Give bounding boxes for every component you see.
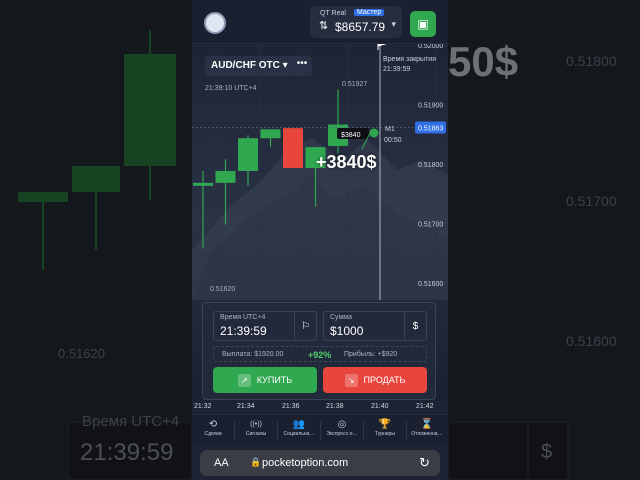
sell-button[interactable]: ↘ ПРОДАТЬ <box>323 367 427 393</box>
social-icon: 👥 <box>292 419 306 430</box>
time-tick: 21:32 <box>194 403 212 410</box>
pair-label: AUD/CHF OTC <box>211 60 280 71</box>
tab-label: Экспресс-о… <box>326 431 358 437</box>
price-tick: 0.51900 <box>418 103 443 110</box>
chevron-down-icon: ▾ <box>391 19 396 29</box>
price-tick: 0.51700 <box>418 222 443 229</box>
profit-overlay: +3840$ <box>316 152 377 172</box>
buy-button[interactable]: ↗ КУПИТЬ <box>213 367 317 393</box>
avatar[interactable] <box>204 12 226 34</box>
lock-icon: 🔒 <box>250 457 262 467</box>
high-price-label: 0.51927 <box>342 81 367 88</box>
blur-veil <box>448 0 640 480</box>
time-field[interactable]: Время UTC+4 21:39:59 ⚐ <box>213 311 317 341</box>
low-price-label: 0.51620 <box>210 286 235 293</box>
time-tick: 21:34 <box>237 403 255 410</box>
candle-body <box>238 138 258 171</box>
candle-body <box>193 182 213 186</box>
amount-field-value: $1000 <box>330 324 364 338</box>
chevron-down-icon: ▾ <box>282 60 288 71</box>
amount-field-label: Сумма <box>330 314 352 321</box>
current-price-label: 0.51863 <box>418 126 443 133</box>
order-panel: Время UTC+4 21:39:59 ⚐ Сумма $1000 $ Вып… <box>202 302 436 400</box>
tab-pending[interactable]: ⌛ Отложенна… <box>406 418 448 444</box>
express-icon: ◎ <box>337 419 347 430</box>
time-field-value: 21:39:59 <box>220 324 267 338</box>
payout-percent: +92% <box>308 350 332 360</box>
time-tick: 21:38 <box>326 403 344 410</box>
time-tick: 21:36 <box>282 403 300 410</box>
trophy-icon: 🏆 <box>378 419 392 430</box>
more-icon: ••• <box>296 58 308 69</box>
currency-button[interactable]: $ <box>404 312 426 340</box>
price-tick: 0.51800 <box>418 162 443 169</box>
account-tag: Мастер <box>354 9 385 16</box>
blurred-background-right: 50$ 0.51800 0.51700 0.51600 $ <box>448 0 640 480</box>
sell-label: ПРОДАТЬ <box>363 375 406 385</box>
tab-label: Сигналы <box>245 431 267 437</box>
price-tick: 0.51600 <box>418 281 443 288</box>
bottom-tab-bar: ⟲ Сделки ((•)) Сигналы 👥 Социальна… ◎ Эк… <box>192 414 448 444</box>
tab-tournaments[interactable]: 🏆 Турниры <box>364 418 406 444</box>
tab-label: Отложенна… <box>411 431 443 437</box>
tab-trades[interactable]: ⟲ Сделки <box>192 418 234 444</box>
buy-label: КУПИТЬ <box>256 375 293 385</box>
payout-row: Выплата: $1920.00 +92% Прибыль: +$920 <box>213 346 427 362</box>
pair-selector[interactable]: AUD/CHF OTC ▾ <box>205 56 294 76</box>
tab-label: Турниры <box>375 431 395 437</box>
countdown-label: 00:50 <box>384 137 402 144</box>
time-tick: 21:42 <box>416 403 434 410</box>
candle-body <box>283 128 303 168</box>
tab-social[interactable]: 👥 Социальна… <box>278 418 320 444</box>
account-switcher[interactable]: QT Real Мастер ⇅ $8657.79 ▾ <box>310 6 402 38</box>
tab-label: Сделки <box>204 431 222 437</box>
flag-icon[interactable]: ⚐ <box>294 312 316 340</box>
wallet-button[interactable]: ▣ <box>410 11 436 37</box>
wallet-icon: ▣ <box>417 17 429 31</box>
candle-body <box>260 129 281 139</box>
trade-badge-label: $3840 <box>341 132 361 139</box>
timeframe-label: M1 <box>385 126 395 133</box>
profit-label: Прибыль: +$920 <box>344 351 398 358</box>
tab-label: Социальна… <box>283 431 315 437</box>
payout-label: Выплата: $1920.00 <box>222 351 284 358</box>
arrow-up-icon: ↗ <box>237 373 251 387</box>
amount-field[interactable]: Сумма $1000 $ <box>323 311 427 341</box>
hourglass-icon: ⌛ <box>420 419 434 430</box>
check-icon <box>369 128 379 138</box>
phone-screen: QT Real Мастер ⇅ $8657.79 ▾ ▣ 0.52000 0.… <box>192 0 448 480</box>
reload-icon[interactable]: ↻ <box>419 455 430 471</box>
arrow-down-icon: ↘ <box>344 373 358 387</box>
history-icon: ⟲ <box>208 419 218 430</box>
url-text: pocketoption.com <box>262 457 349 469</box>
blur-veil <box>0 0 192 480</box>
expiry-time: 21:39:59 <box>383 66 410 73</box>
chart-clock: 21:39:10 UTC+4 <box>205 85 257 92</box>
account-balance: $8657.79 <box>335 20 386 34</box>
account-kind: QT Real <box>320 10 346 17</box>
browser-address-bar[interactable]: AA 🔒 pocketoption.com ↻ <box>200 450 440 476</box>
blurred-background-left: 0.51620 Время UTC+4 21:39:59 <box>0 0 192 480</box>
tab-express[interactable]: ◎ Экспресс-о… <box>321 418 363 444</box>
time-tick: 21:40 <box>371 403 389 410</box>
chart-menu-button[interactable]: ••• <box>292 56 312 76</box>
switch-arrows-icon: ⇅ <box>319 20 329 32</box>
tab-signals[interactable]: ((•)) Сигналы <box>235 418 277 444</box>
screen: 0.51620 Время UTC+4 21:39:59 50$ 0.51800… <box>0 0 640 480</box>
expiry-label: Время закрытия <box>383 56 436 63</box>
top-bar: QT Real Мастер ⇅ $8657.79 ▾ ▣ <box>192 0 448 44</box>
candle-body <box>215 170 236 183</box>
signals-icon: ((•)) <box>250 421 262 428</box>
time-field-label: Время UTC+4 <box>220 314 266 321</box>
text-size-button[interactable]: AA <box>214 457 229 469</box>
price-tick: 0.52000 <box>418 44 443 50</box>
